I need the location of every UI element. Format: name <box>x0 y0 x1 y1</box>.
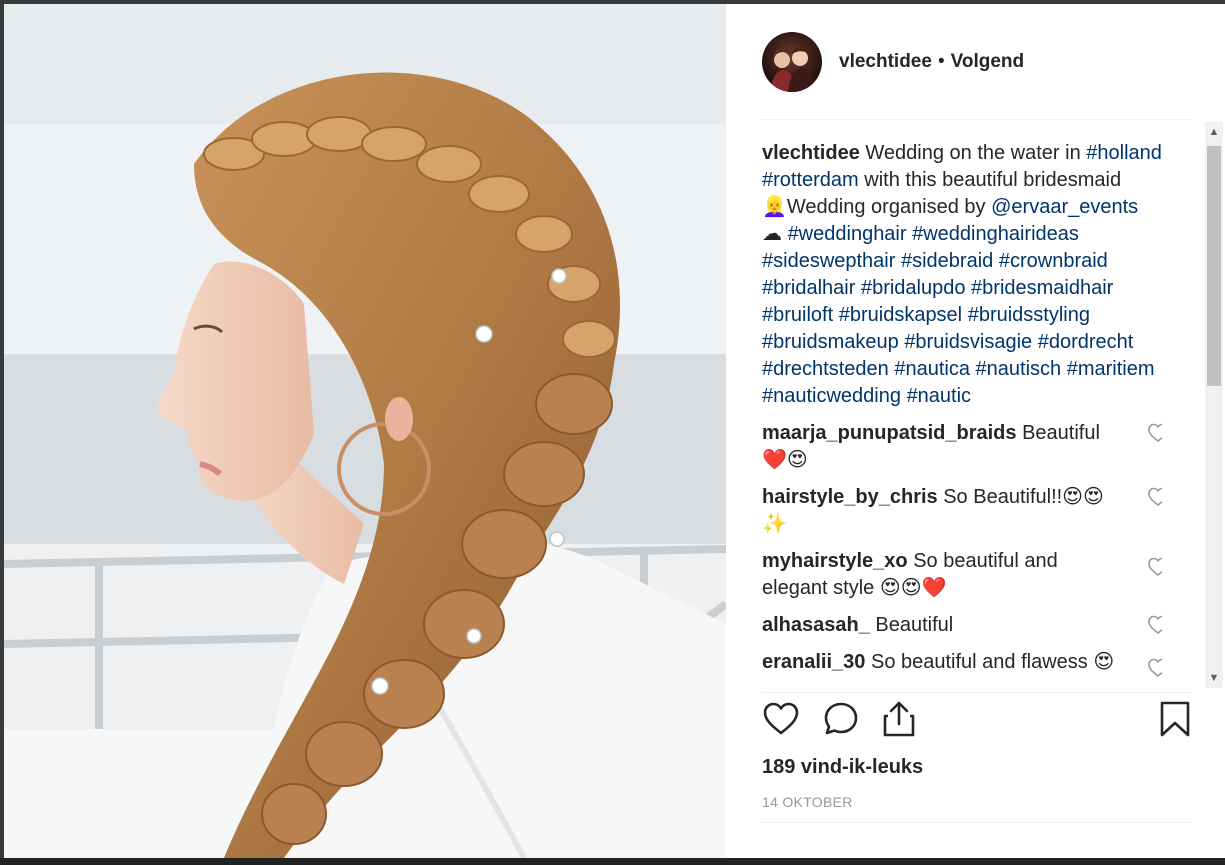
hashtag-link[interactable]: #bridalupdo <box>861 277 966 299</box>
likes-count[interactable]: 189 vind-ik-leuks <box>762 756 923 779</box>
hashtag-link[interactable]: #bridesmaidhair <box>971 277 1113 299</box>
hashtag-link[interactable]: #drechtsteden <box>762 358 889 380</box>
action-bar <box>762 700 1190 744</box>
hashtag-link[interactable]: #weddinghair <box>788 223 907 245</box>
comment-body: alhasasah_ Beautiful <box>762 612 1122 639</box>
hashtag-link[interactable]: #bruiloft <box>762 304 833 326</box>
comments-scroll-area[interactable]: vlechtidee Wedding on the water in #holl… <box>762 140 1162 692</box>
share-upload-icon <box>883 701 915 737</box>
comment-text: So beautiful and flawess 😍 <box>865 651 1115 673</box>
comment-body: maarja_punupatsid_braids Beautiful ❤️😍 <box>762 420 1122 474</box>
save-button[interactable] <box>1158 700 1198 740</box>
comment-body: eranalii_30 So beautiful and flawess 😍 <box>762 649 1122 676</box>
bridesmaid-braid-photo <box>4 4 726 858</box>
hashtag-link[interactable]: #bridalhair <box>762 277 855 299</box>
small-heart-icon <box>1148 487 1162 506</box>
comment-like-button[interactable] <box>1147 422 1162 444</box>
bookmark-icon <box>1160 701 1190 737</box>
hashtag-link[interactable]: #nautisch <box>976 358 1062 380</box>
hashtag-link[interactable]: #bruidsmakeup <box>762 331 899 353</box>
hashtag-link[interactable]: @ervaar_events <box>991 196 1138 218</box>
post-header: vlechtidee • Volgend <box>762 32 1192 92</box>
hashtag-link[interactable]: #bruidsvisagie <box>904 331 1032 353</box>
footer-divider <box>762 822 1192 823</box>
hashtag-link[interactable]: #rotterdam <box>762 169 859 191</box>
caption-text: ☁ <box>762 223 788 245</box>
window-frame-bottom <box>0 858 1225 865</box>
scroll-thumb[interactable] <box>1207 146 1221 386</box>
comment-item: eranalii_30 So beautiful and flawess 😍 <box>762 649 1162 679</box>
hashtag-link[interactable]: #sideswepthair <box>762 250 895 272</box>
hashtag-link[interactable]: #nautic <box>907 385 972 407</box>
comment-item: myhairstyle_xo So beautiful and elegant … <box>762 548 1162 602</box>
avatar[interactable] <box>762 32 822 92</box>
caption-username-link[interactable]: vlechtidee <box>762 142 860 164</box>
comment-item: alhasasah_ Beautiful <box>762 612 1162 639</box>
comment-username-link[interactable]: alhasasah_ <box>762 614 870 636</box>
hashtag-link[interactable]: #weddinghairideas <box>912 223 1079 245</box>
header-separator: • <box>937 51 945 72</box>
hashtag-link[interactable]: #bruidsstyling <box>968 304 1090 326</box>
caption-text: Wedding on the water in <box>859 142 1087 164</box>
comment-like-button[interactable] <box>1147 556 1162 578</box>
comment-username-link[interactable]: myhairstyle_xo <box>762 550 908 572</box>
post-photo[interactable] <box>4 4 726 858</box>
post-date[interactable]: 14 OKTOBER <box>762 794 853 810</box>
comment-username-link[interactable]: eranalii_30 <box>762 651 865 673</box>
comment-button[interactable] <box>822 700 862 740</box>
hashtag-link[interactable]: #dordrecht <box>1038 331 1134 353</box>
follow-status-button[interactable]: Volgend <box>951 51 1025 73</box>
comment-text: Beautiful <box>869 614 954 636</box>
comment-username-link[interactable]: hairstyle_by_chris <box>762 486 938 508</box>
small-heart-icon <box>1148 557 1162 576</box>
small-heart-icon <box>1148 658 1162 677</box>
comment-item: hairstyle_by_chris So Beautiful!!😍😍✨ <box>762 484 1162 538</box>
hashtag-link[interactable]: #nauticwedding <box>762 385 901 407</box>
comment-item: maarja_punupatsid_braids Beautiful ❤️😍 <box>762 420 1162 474</box>
post-caption: vlechtidee Wedding on the water in #holl… <box>762 140 1162 410</box>
comment-body: myhairstyle_xo So beautiful and elegant … <box>762 548 1122 602</box>
header-username-link[interactable]: vlechtidee <box>839 51 932 73</box>
comments-scrollbar[interactable]: ▲ ▼ <box>1205 122 1223 688</box>
comments-divider <box>762 692 1192 693</box>
comment-like-button[interactable] <box>1147 657 1162 679</box>
comment-list: maarja_punupatsid_braids Beautiful ❤️😍 ha… <box>762 420 1162 679</box>
comment-username-link[interactable]: maarja_punupatsid_braids <box>762 422 1017 444</box>
heart-outline-icon <box>763 702 799 735</box>
comment-body: hairstyle_by_chris So Beautiful!!😍😍✨ <box>762 484 1122 538</box>
hashtag-link[interactable]: #crownbraid <box>999 250 1108 272</box>
hashtag-link[interactable]: #sidebraid <box>901 250 993 272</box>
scroll-up-arrow[interactable]: ▲ <box>1205 122 1223 142</box>
speech-bubble-icon <box>824 702 858 735</box>
comment-like-button[interactable] <box>1147 614 1162 636</box>
hashtag-link[interactable]: #holland <box>1086 142 1162 164</box>
like-button[interactable] <box>762 700 802 740</box>
small-heart-icon <box>1148 423 1162 442</box>
post-side-panel: vlechtidee • Volgend vlechtidee Wedding … <box>726 4 1225 858</box>
hashtag-link[interactable]: #bruidskapsel <box>839 304 962 326</box>
header-divider <box>762 119 1192 120</box>
hashtag-link[interactable]: #maritiem <box>1067 358 1155 380</box>
share-button[interactable] <box>880 700 920 740</box>
comment-like-button[interactable] <box>1147 486 1162 508</box>
scroll-down-arrow[interactable]: ▼ <box>1205 668 1223 688</box>
small-heart-icon <box>1148 615 1162 634</box>
hashtag-link[interactable]: #nautica <box>894 358 970 380</box>
